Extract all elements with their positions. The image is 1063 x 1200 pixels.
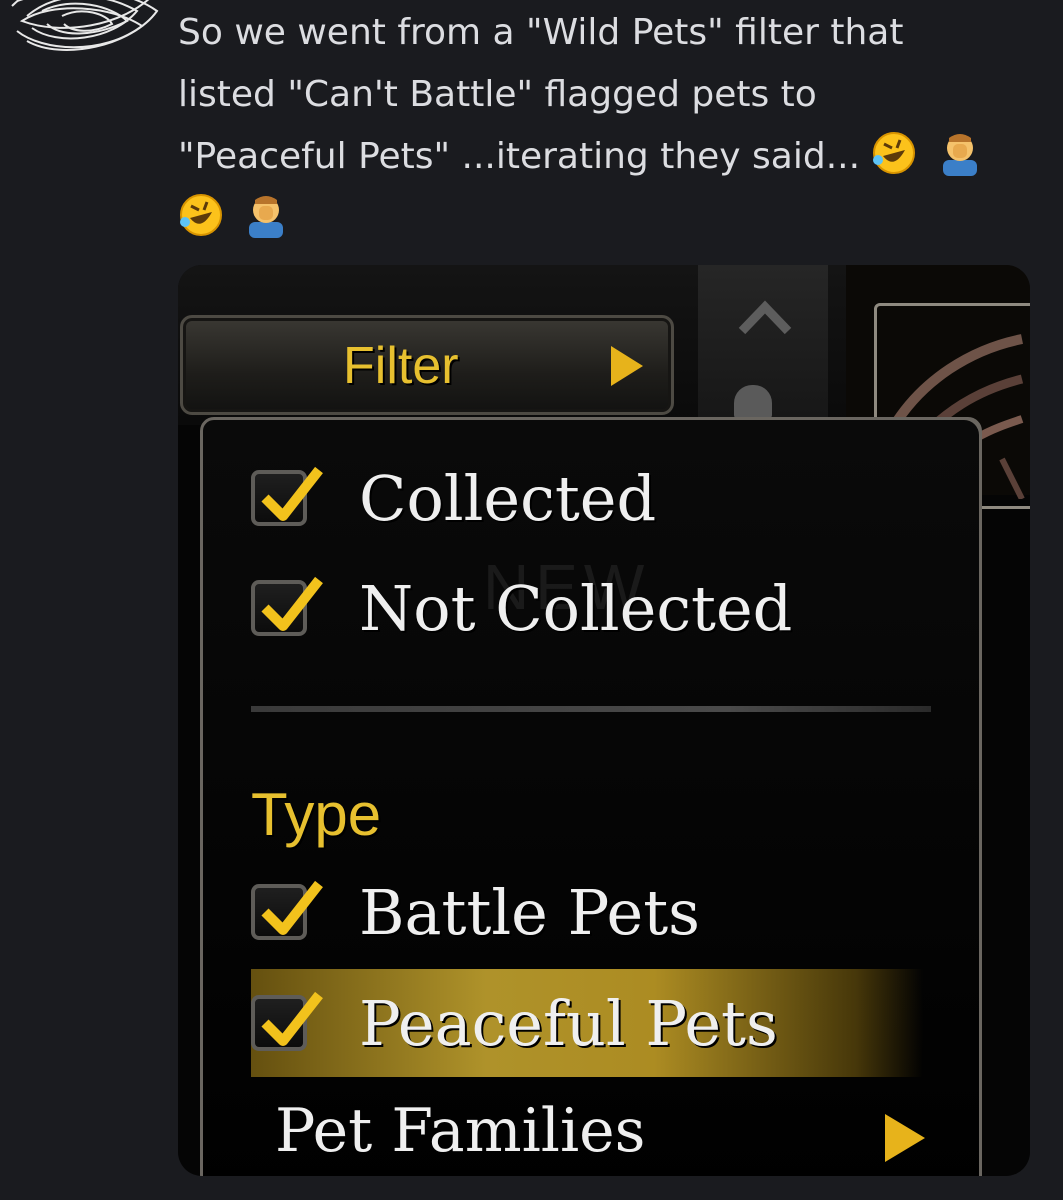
menu-item-label: Peaceful Pets	[359, 986, 778, 1060]
facepalm-emoji-icon	[249, 196, 284, 238]
redacted-avatar[interactable]	[2, 0, 162, 76]
filter-arrow-icon	[611, 346, 643, 386]
menu-item-label: Collected	[359, 461, 657, 535]
filter-button[interactable]: Filter	[180, 315, 674, 415]
message-line: listed "Can't Battle" flagged pets to	[178, 74, 817, 115]
type-section-header: Type	[251, 781, 382, 848]
checkmark-icon	[261, 576, 323, 631]
rofl-emoji-icon	[873, 132, 916, 174]
menu-corner	[935, 417, 982, 464]
filter-button-label: Filter	[343, 337, 459, 395]
menu-item-pet-families[interactable]: Pet Families	[251, 1096, 951, 1176]
checkbox[interactable]	[251, 880, 323, 940]
menu-item-collected[interactable]: Collected	[251, 458, 971, 538]
menu-item-label: Not Collected	[359, 571, 793, 645]
checkbox[interactable]	[251, 466, 323, 526]
checkmark-icon	[261, 880, 323, 935]
checkbox[interactable]	[251, 576, 323, 636]
message-line: "Peaceful Pets" ...iterating they said..…	[178, 126, 1038, 188]
checkmark-icon	[261, 991, 323, 1046]
menu-divider	[251, 706, 931, 712]
message-line	[178, 188, 1038, 250]
checkmark-icon	[261, 466, 323, 521]
menu-item-label: Battle Pets	[359, 875, 700, 949]
menu-item-peaceful-pets[interactable]: Peaceful Pets	[251, 983, 971, 1063]
menu-item-battle-pets[interactable]: Battle Pets	[251, 872, 971, 952]
facepalm-emoji-icon	[942, 134, 977, 176]
filter-dropdown-menu: NEW Collected Not Collected Type Battle …	[200, 417, 982, 1176]
scrollbar-thumb[interactable]	[734, 385, 772, 419]
menu-item-not-collected[interactable]: Not Collected	[251, 568, 971, 648]
submenu-label: Pet Families	[275, 1096, 646, 1166]
game-screenshot[interactable]: Filter NEW Collected Not Collected Type	[178, 265, 1030, 1176]
message-text: So we went from a "Wild Pets" filter tha…	[178, 2, 1038, 250]
message-line: So we went from a "Wild Pets" filter tha…	[178, 12, 904, 53]
submenu-arrow-icon	[885, 1114, 925, 1162]
checkbox[interactable]	[251, 991, 323, 1051]
rofl-emoji-icon	[180, 194, 222, 236]
scroll-up-arrow-icon[interactable]	[736, 291, 794, 349]
